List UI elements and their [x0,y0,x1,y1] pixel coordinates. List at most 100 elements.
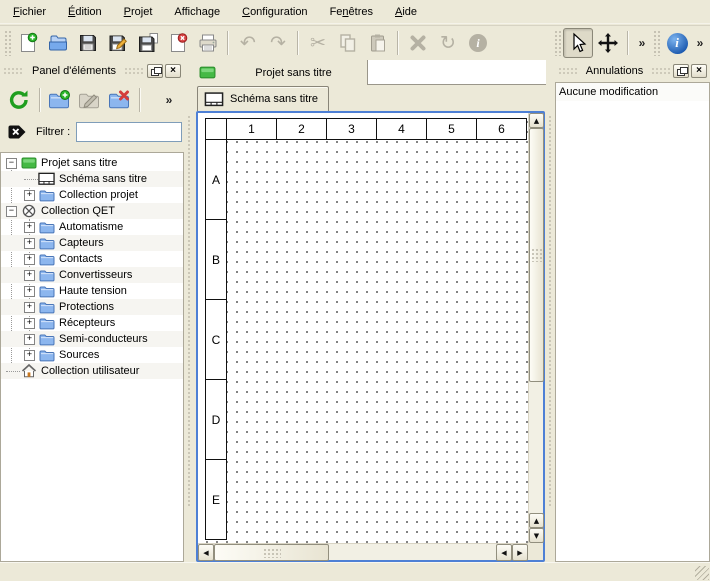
tree-item-recepteurs[interactable]: + Récepteurs [1,315,183,331]
expand-toggle-icon[interactable]: + [24,254,35,265]
menu-aide[interactable]: Aide [384,3,428,21]
scroll-right-button[interactable]: ▶ [512,544,528,561]
vertical-scroll-track[interactable] [529,128,543,513]
select-mode-button[interactable] [563,28,593,58]
expand-toggle-icon[interactable]: + [24,286,35,297]
arrow-right-icon: ▶ [517,549,522,557]
toolbar-drag-handle[interactable] [4,30,11,56]
expand-toggle-icon[interactable]: + [24,334,35,345]
paste-button[interactable] [363,28,393,58]
left-splitter[interactable] [184,60,195,562]
save-as-button[interactable] [103,28,133,58]
cursor-arrow-icon [567,32,589,54]
filter-input[interactable] [76,122,182,142]
panel-toolbar-overflow-button[interactable]: » [160,89,178,111]
reload-collections-button[interactable] [5,86,33,114]
expand-toggle-icon[interactable]: + [24,238,35,249]
collapse-toggle-icon[interactable]: − [6,158,17,169]
undo-list-item[interactable]: Aucune modification [556,83,709,101]
tree-item-automatisme[interactable]: + Automatisme [1,219,183,235]
copy-button[interactable] [333,28,363,58]
undo-history-list[interactable]: Aucune modification [555,82,710,562]
toolbar-overflow-button[interactable]: » [633,28,651,58]
row-header: B [205,219,227,300]
delete-category-button[interactable] [105,86,133,114]
toolbar-drag-handle[interactable] [653,30,660,56]
horizontal-scroll-thumb[interactable] [214,544,329,561]
schema-grid[interactable]: 1 2 3 4 5 6 A B C D E [198,113,528,543]
close-panel-button[interactable]: × [691,64,707,78]
clear-filter-icon [7,124,27,140]
menu-fichier[interactable]: Fichier [2,3,57,21]
right-splitter[interactable] [546,60,555,562]
schema-icon [38,171,55,187]
edit-info-button[interactable]: i [463,28,493,58]
resize-grip[interactable] [695,566,709,580]
tree-item-capteurs[interactable]: + Capteurs [1,235,183,251]
scroll-down-button[interactable]: ▼ [529,528,544,543]
save-all-button[interactable] [133,28,163,58]
new-category-button[interactable] [45,86,73,114]
tree-item-collection-utilisateur[interactable]: Collection utilisateur [1,363,183,379]
toolbar-drag-handle[interactable] [554,30,561,56]
tree-item-convertisseurs[interactable]: + Convertisseurs [1,267,183,283]
edit-category-button[interactable] [75,86,103,114]
expand-toggle-icon[interactable]: + [24,302,35,313]
tree-item-protections[interactable]: + Protections [1,299,183,315]
undo-button[interactable]: ↶ [233,28,263,58]
tab-project[interactable]: Projet sans titre [195,60,368,85]
scroll-up-button[interactable]: ▲ [529,513,544,528]
qelectrotech-window: Fichier Édition Projet Affichage Configu… [0,0,710,581]
folder-delete-icon [107,88,131,112]
tree-item-semi-conducteurs[interactable]: + Semi-conducteurs [1,331,183,347]
move-mode-button[interactable] [593,28,623,58]
save-button[interactable] [73,28,103,58]
print-button[interactable] [193,28,223,58]
collapse-toggle-icon[interactable]: − [6,206,17,217]
menu-configuration[interactable]: Configuration [231,3,318,21]
vertical-scroll-thumb[interactable] [529,128,544,382]
horizontal-scroll-track[interactable] [214,544,496,560]
tab-schema[interactable]: Schéma sans titre [197,86,329,111]
scroll-up-button[interactable]: ▲ [529,113,544,128]
delete-button[interactable] [403,28,433,58]
float-panel-button[interactable] [147,64,163,78]
expand-toggle-icon[interactable]: + [24,190,35,201]
cut-button[interactable]: ✂ [303,28,333,58]
clear-filter-button[interactable] [6,122,28,142]
rotate-button[interactable]: ↻ [433,28,463,58]
new-project-button[interactable] [13,28,43,58]
menu-affichage[interactable]: Affichage [163,3,231,21]
menu-edition[interactable]: Édition [57,3,113,21]
open-project-button[interactable] [43,28,73,58]
menu-projet[interactable]: Projet [113,3,164,21]
menu-fenetres[interactable]: Fenêtres [319,3,384,21]
redo-button[interactable]: ↷ [263,28,293,58]
close-panel-button[interactable]: × [165,64,181,78]
scroll-left-button[interactable]: ◀ [198,544,214,561]
column-header: 3 [326,118,377,140]
expand-toggle-icon[interactable]: + [24,350,35,361]
about-button[interactable]: i [662,28,692,58]
expand-toggle-icon[interactable]: + [24,318,35,329]
tree-item-collection-projet[interactable]: + Collection projet [1,187,183,203]
vertical-scrollbar[interactable]: ▲ ▲ ▼ [528,113,543,543]
tree-item-collection-qet[interactable]: − Collection QET [1,203,183,219]
expand-toggle-icon[interactable]: + [24,270,35,281]
arrow-down-icon: ▼ [534,532,539,540]
close-project-button[interactable] [163,28,193,58]
tree-item-schema[interactable]: Schéma sans titre [1,171,183,187]
scroll-left-button[interactable]: ◀ [496,544,512,561]
restore-icon [680,67,688,74]
tree-item-contacts[interactable]: + Contacts [1,251,183,267]
tree-item-sources[interactable]: + Sources [1,347,183,363]
tree-item-haute-tension[interactable]: + Haute tension [1,283,183,299]
toolbar-overflow-button[interactable]: » [692,28,708,58]
tree-item-project[interactable]: − Projet sans titre [1,155,183,171]
float-panel-button[interactable] [673,64,689,78]
horizontal-scrollbar[interactable]: ◀ ◀ ▶ [198,543,528,560]
folder-icon [38,347,55,363]
schema-canvas[interactable]: 1 2 3 4 5 6 A B C D E ▲ [196,111,545,562]
expand-toggle-icon[interactable]: + [24,222,35,233]
menu-label: dition [75,6,101,18]
